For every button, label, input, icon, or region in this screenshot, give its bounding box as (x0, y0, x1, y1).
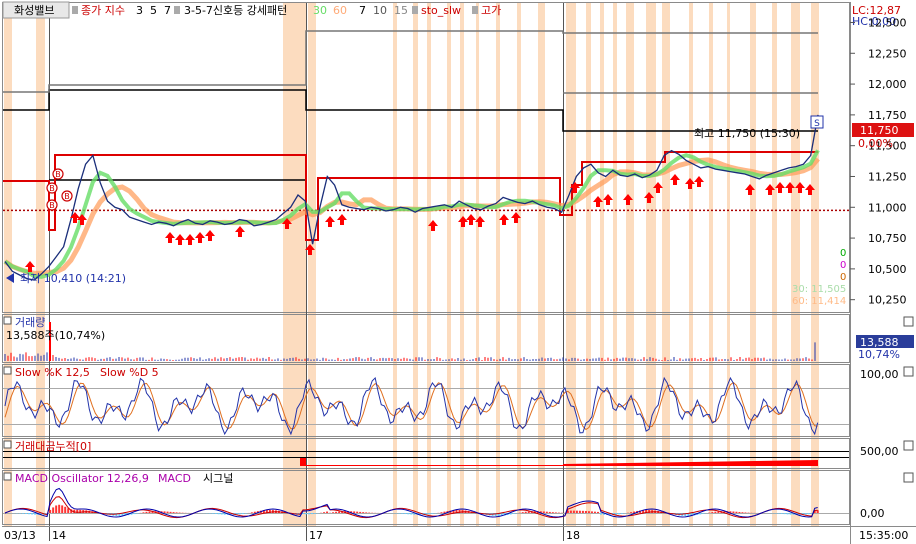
shade-band (709, 3, 713, 526)
cum-y-tick: 500,00 (860, 445, 899, 458)
cum-title: 거래대금누적[0] (15, 440, 91, 453)
shade-band (447, 3, 451, 526)
panel-toggle-icon[interactable] (3, 316, 12, 325)
svg-text:B: B (64, 192, 70, 201)
svg-text:10,74%: 10,74% (858, 348, 900, 361)
shade-band (727, 3, 730, 526)
shade-band (427, 3, 431, 526)
shade-band (586, 3, 591, 526)
shade-band (600, 3, 604, 526)
legend-swatch-icon (412, 6, 418, 14)
y-tick-label: 11,000 (868, 201, 907, 214)
shade-band (308, 3, 316, 526)
high-annotation: 최고 11,750 (15:30) (694, 127, 800, 140)
y-tick-label: 11,750 (868, 109, 907, 122)
legend-swatch-icon (72, 6, 78, 14)
ma60-param: 60 (333, 4, 347, 17)
panel-toggle-icon[interactable] (3, 472, 12, 481)
close-icon[interactable] (903, 472, 914, 483)
indicator-label: 종가 지수 (81, 4, 125, 17)
y-tick-label: 10,250 (868, 294, 907, 307)
low-annotation: 최저 10,410 (14:21) (20, 272, 126, 285)
shade-band (689, 3, 693, 526)
shade-band (413, 3, 418, 526)
volume-title: 거래량 (15, 316, 45, 329)
y-tick-label: 12,500 (868, 16, 907, 29)
shade-band (613, 3, 617, 526)
shade-band (460, 3, 464, 526)
shade-band (393, 3, 397, 526)
stoch-k-title: Slow %K 12,5 (15, 366, 90, 379)
y-tick-label: 12,250 (868, 47, 907, 60)
macd-y-tick: 0,00 (860, 507, 885, 520)
close-icon[interactable] (903, 366, 914, 377)
y-tick-label: 10,750 (868, 232, 907, 245)
indicator-param: 5 (150, 4, 157, 17)
panel-toggle-icon[interactable] (3, 366, 12, 375)
macd-signal-title: 시그널 (203, 472, 233, 485)
high-label: 고가 (481, 4, 501, 17)
shade-band (566, 3, 576, 526)
sto-name: sto_slw (421, 4, 461, 17)
pattern-label: 3-5-7신호등 강세패턴 (184, 4, 287, 17)
y-tick-label: 11,250 (868, 170, 907, 183)
x-label: 18 (566, 529, 580, 542)
ma30-value: 30: 11,505 (792, 284, 846, 295)
shade-band (626, 3, 634, 526)
shade-band (662, 3, 670, 526)
indicator-param: 7 (164, 4, 171, 17)
legend-swatch-icon (174, 6, 180, 14)
svg-text:0: 0 (840, 272, 846, 283)
x-label: 03/13 (4, 529, 36, 542)
svg-text:B: B (49, 201, 55, 210)
close-icon[interactable] (903, 316, 914, 327)
chart-window: BBBB S 화성밸브 종가 지수 3 5 7 3-5-7신호등 강세패턴 30… (0, 0, 916, 544)
stoch-d-title: Slow %D 5 (100, 366, 159, 379)
sto-param: 15 (394, 4, 408, 17)
shade-band (811, 3, 819, 526)
x-time: 15:35:00 (859, 529, 908, 542)
svg-text:B: B (49, 184, 55, 193)
symbol-title: 화성밸브 (14, 4, 54, 17)
volume-value: 13,588주(10,74%) (6, 329, 105, 342)
shade-band (646, 3, 656, 526)
ma60-value: 60: 11,414 (792, 296, 846, 307)
svg-text:0: 0 (840, 248, 846, 259)
sto-param: 7 (359, 4, 366, 17)
shade-band (750, 3, 756, 526)
svg-text:0: 0 (840, 260, 846, 271)
svg-text:B: B (55, 170, 61, 179)
macd-title: MACD (158, 472, 191, 485)
stoch-y-tick: 100,00 (860, 368, 899, 381)
ma30-param: 30 (313, 4, 327, 17)
x-label: 14 (52, 529, 66, 542)
panel-toggle-icon[interactable] (3, 440, 12, 449)
stock-chart: BBBB S 화성밸브 종가 지수 3 5 7 3-5-7신호등 강세패턴 30… (0, 0, 916, 544)
price-change: 0,00% (858, 137, 893, 150)
shade-band (772, 3, 777, 526)
close-icon[interactable] (903, 440, 914, 451)
current-price: 11,750 (860, 124, 899, 137)
sto-param: 10 (373, 4, 387, 17)
indicator-param: 3 (136, 4, 143, 17)
shade-band (538, 3, 545, 526)
shade-band (283, 3, 306, 526)
sell-marker-label: S (814, 119, 820, 129)
macd-osc-title: MACD Oscillator 12,26,9 (15, 472, 149, 485)
shade-band (791, 3, 800, 526)
legend-swatch-icon (472, 6, 478, 14)
shade-band (476, 3, 479, 526)
x-label: 17 (309, 529, 323, 542)
shade-band (517, 3, 521, 526)
shade-band (496, 3, 500, 526)
y-tick-label: 12,000 (868, 78, 907, 91)
y-tick-label: 10,500 (868, 263, 907, 276)
